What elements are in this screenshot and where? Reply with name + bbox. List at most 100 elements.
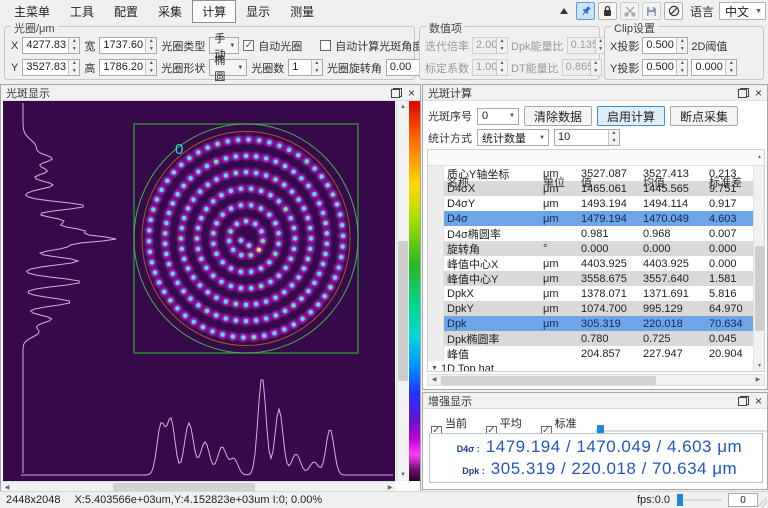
help-icon (668, 5, 679, 17)
table-row[interactable]: 峰值中心Y μm 3558.675 3557.640 1.581 10 (428, 271, 764, 286)
scroll-down-icon[interactable]: ▼ (754, 361, 764, 371)
dt-energy-input: 0.865▲▼ (561, 59, 602, 76)
spinner-arrows[interactable]: ▲▼ (145, 38, 157, 53)
spot-calc-panel: 光斑计算 × 光斑序号 0 ▼ 清除数据 启用计算 断点采集 统计方式 统计数量 ▼… (422, 84, 768, 390)
auto-aperture-label: 自动光圈 (258, 40, 303, 53)
table-row[interactable]: 旋转角 ° 0.000 0.000 0.000 10 (428, 241, 764, 256)
scroll-left-icon[interactable]: ◀ (428, 375, 440, 385)
menu-item[interactable]: 测量 (280, 0, 324, 23)
fps-value-box: 0 (728, 493, 758, 507)
iteration-input: 2.00 ▲ ▼ (472, 37, 508, 54)
dpk-energy-label: Dpk能量比 (511, 40, 564, 53)
float-panel-icon[interactable] (737, 87, 749, 98)
enable-calc-button[interactable]: 启用计算 (597, 106, 666, 126)
scrollbar-thumb[interactable] (441, 376, 656, 385)
spinner-arrows[interactable]: ▲▼ (310, 60, 322, 75)
aperture-count-input[interactable]: 1 ▲ ▼ (288, 59, 323, 76)
scroll-up-icon[interactable]: ▲ (754, 152, 764, 162)
scroll-down-icon[interactable]: ▼ (397, 469, 409, 481)
lock-button[interactable] (598, 2, 618, 20)
float-panel-icon[interactable] (737, 395, 749, 406)
table-horizontal-scrollbar[interactable]: ◀ ▶ (427, 374, 765, 386)
table-row[interactable]: Dpk μm 305.319 220.018 70.634 10 (428, 316, 764, 331)
table-row[interactable]: D4σY μm 1493.194 1494.114 0.917 10 (428, 196, 764, 211)
stat-mode-select[interactable]: 统计数量 ▼ (477, 129, 549, 146)
dpk-energy-input: 0.135▲▼ (566, 37, 607, 54)
table-row[interactable]: DpkY μm 1074.700 995.129 64.970 10 (428, 301, 764, 316)
scrollbar-thumb[interactable] (398, 241, 408, 381)
close-icon[interactable]: × (406, 87, 417, 99)
table-row[interactable]: D4σ椭圆率 0.981 0.968 0.007 10 (428, 226, 764, 241)
table-row[interactable]: D4σ μm 1479.194 1470.049 4.603 10 (428, 211, 764, 226)
menu-item[interactable]: 显示 (236, 0, 280, 23)
language-label: 语言 (690, 4, 715, 19)
width-label: 宽 (84, 40, 96, 53)
menu-item[interactable]: 配置 (104, 0, 148, 23)
spinner-arrows[interactable]: ▲▼ (68, 38, 80, 53)
scroll-right-icon[interactable]: ▶ (752, 375, 764, 385)
table-row[interactable]: 质心Y轴坐标 μm 3527.087 3527.413 0.213 10 (428, 166, 764, 181)
table-row[interactable]: 峰值中心X μm 4403.925 4403.925 0.000 10 (428, 256, 764, 271)
aperture-group-title: 光圈/μm (11, 20, 58, 36)
spinner-arrows[interactable]: ▲▼ (676, 38, 688, 53)
spinner-arrows[interactable]: ▲▼ (145, 60, 157, 75)
aperture-y-input[interactable]: 3527.83 ▲ ▼ (22, 59, 81, 76)
table-row[interactable]: D4σX μm 1465.061 1445.565 9.751 10 (428, 181, 764, 196)
scissors-button[interactable] (620, 2, 640, 20)
threshold-2d-input[interactable]: 0.000 ▲ ▼ (691, 59, 738, 76)
beam-image[interactable]: 0 (3, 101, 395, 481)
save-button[interactable] (642, 2, 662, 20)
xproj-input[interactable]: 0.500 ▲ ▼ (642, 37, 689, 54)
close-icon[interactable]: × (753, 395, 764, 407)
spinner-arrows[interactable]: ▲▼ (68, 60, 80, 75)
table-row[interactable]: Dpk椭圆率 0.780 0.725 0.045 10 (428, 331, 764, 346)
chevron-down-icon: ▼ (237, 64, 244, 71)
aperture-height-input[interactable]: 1786.20 ▲ ▼ (99, 59, 158, 76)
spinner-arrows[interactable]: ▲▼ (725, 60, 737, 75)
menu-item[interactable]: 工具 (60, 0, 104, 23)
panel-title: 光斑显示 (6, 87, 50, 100)
help-button[interactable] (664, 2, 684, 20)
chevron-down-icon: ▼ (229, 42, 236, 49)
pin-icon (581, 6, 590, 16)
close-icon[interactable]: × (753, 87, 764, 99)
panel-title: 光斑计算 (428, 87, 472, 100)
fps-slider[interactable] (676, 494, 722, 506)
stat-count-input[interactable]: 10 ▲ ▼ (554, 129, 620, 146)
spot-seq-select[interactable]: 0 ▼ (477, 107, 519, 125)
calibration-label: 标定系数 (425, 62, 469, 75)
language-select[interactable]: 中文 ▼ (719, 2, 766, 20)
aperture-shape-select[interactable]: 椭圆 ▼ (209, 55, 248, 83)
dt-energy-label: DT能量比 (511, 62, 559, 75)
beam-display-panel: 光斑显示 × 0 ▲ ▼ ◀ ▶ (0, 84, 421, 493)
resize-grip[interactable] (757, 497, 767, 507)
beam-vertical-scrollbar[interactable]: ▲ ▼ (396, 101, 408, 481)
spinner-arrows[interactable]: ▲▼ (676, 60, 688, 75)
scrollbar-thumb[interactable] (755, 246, 764, 331)
aperture-type-label: 光圈类型 (161, 40, 206, 53)
topbar-icons: 语言 中文 ▼ (554, 1, 766, 21)
breakpoint-capture-button[interactable]: 断点采集 (670, 106, 739, 126)
save-icon (647, 6, 657, 16)
menu-item[interactable]: 采集 (148, 0, 192, 23)
threshold-2d-label: 2D阈值 (691, 40, 728, 53)
yproj-input[interactable]: 0.500 ▲ ▼ (642, 59, 689, 76)
spinner-arrows[interactable]: ▲▼ (608, 130, 619, 145)
auto-aperture-checkbox[interactable]: ✓ (243, 40, 255, 51)
collapse-button[interactable] (554, 2, 573, 20)
table-vertical-scrollbar[interactable]: ▲ ▼ (753, 154, 764, 371)
aperture-width-input[interactable]: 1737.60 ▲ ▼ (99, 37, 158, 54)
float-panel-icon[interactable] (390, 87, 402, 98)
clear-data-button[interactable]: 清除数据 (524, 106, 593, 126)
scroll-up-icon[interactable]: ▲ (397, 101, 409, 113)
pin-button[interactable] (576, 2, 596, 20)
y-label: Y (11, 61, 19, 74)
table-row[interactable]: DpkX μm 1378.071 1371.691 5.816 10 (428, 286, 764, 301)
group-row-1d-tophat[interactable]: ▼ 1D Top hat (428, 361, 764, 372)
aperture-x-input[interactable]: 4277.83 ▲ ▼ (22, 37, 81, 54)
slider-thumb[interactable] (677, 494, 683, 506)
dpk-line: Dpk : 305.319 / 220.018 / 70.634 μm (462, 458, 738, 478)
menu-item[interactable]: 计算 (192, 0, 237, 23)
table-row[interactable]: 峰值 204.857 227.947 20.904 10 (428, 346, 764, 361)
auto-angle-checkbox[interactable] (320, 40, 332, 51)
